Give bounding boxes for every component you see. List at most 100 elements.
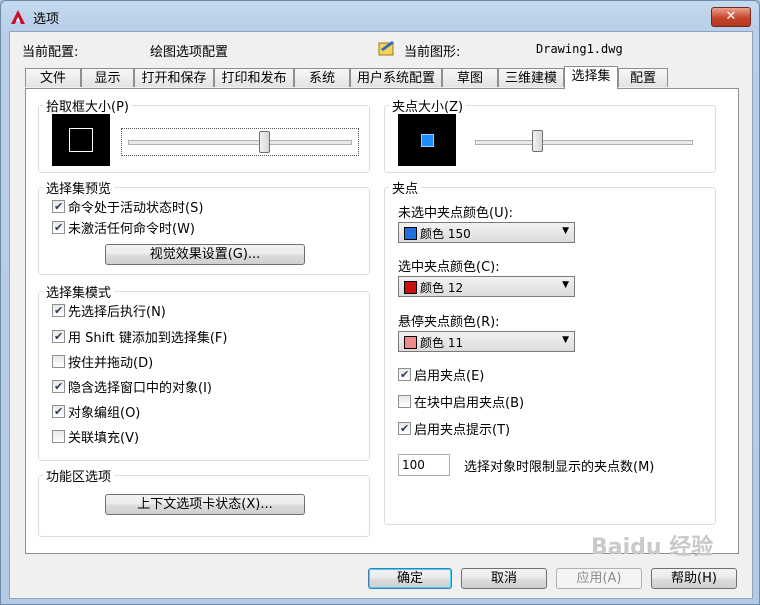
enable-grips-checkbox[interactable]: ✔ 启用夹点(E) [398,368,484,386]
current-profile-value: 绘图选项配置 [150,45,229,60]
checkbox-label: 启用夹点提示(T) [414,423,511,438]
title-bar[interactable]: 选项 ✕ [1,1,759,31]
baidu-watermark: Baidu 经验 [591,535,714,560]
hover-color-swatch [404,336,417,349]
grip-square-icon [421,134,434,147]
check-mark-icon: ✔ [54,221,64,234]
selection-preview-title: 选择集预览 [43,178,115,197]
pickbox-slider-track [128,140,352,145]
options-dialog: 选项 ✕ 当前配置: 绘图选项配置 当前图形: Drawing1.dwg 文件 … [0,0,760,605]
tab-user-preferences[interactable]: 用户系统配置 [350,68,442,87]
selection-preview-group: 选择集预览 ✔ 命令处于活动状态时(S) ✔ 未激活任何命令时(W) 视觉效果设置(… [38,178,370,275]
preview-active-command-checkbox[interactable]: ✔ 命令处于活动状态时(S) [52,200,203,218]
check-mark-icon: ✔ [54,405,64,418]
checkbox-box[interactable]: ✔ [52,304,65,317]
checkbox-label: 命令处于活动状态时(S) [68,201,204,216]
tab-3d-modeling[interactable]: 三维建模 [498,68,564,87]
checkbox-box[interactable]: ✔ [52,405,65,418]
contextual-tab-states-button[interactable]: 上下文选项卡状态(X)... [105,494,305,515]
grips-group: 夹点 未选中夹点颜色(U): 颜色 150 ▼ 选中夹点颜色(C): 颜色 12… [384,178,716,525]
grips-title: 夹点 [389,178,422,197]
grip-size-slider-track [475,140,693,145]
drawing-file-icon [378,41,394,56]
unselected-grip-color-select[interactable]: 颜色 150 ▼ [398,222,575,243]
checkbox-box[interactable]: ✔ [52,200,65,213]
checkbox-box[interactable]: ✔ [52,330,65,343]
checkbox-box[interactable]: ✔ [398,368,411,381]
visual-effects-settings-button[interactable]: 视觉效果设置(G)... [105,244,305,265]
selection-tab-panel: 拾取框大小(P) 夹点大小(Z) 选择集预览 ✔ 命令处于活动状态时(S) ✔ … [25,88,739,554]
tab-drafting[interactable]: 草图 [442,68,498,87]
check-mark-icon: ✔ [400,422,410,435]
grip-tips-checkbox[interactable]: ✔ 启用夹点提示(T) [398,422,510,440]
checkbox-label: 关联填充(V) [68,431,140,446]
window-title: 选项 [33,12,60,27]
grip-size-slider[interactable] [471,130,697,154]
tab-strip: 文件 显示 打开和保存 打印和发布 系统 用户系统配置 草图 三维建模 选择集 … [25,66,745,89]
selected-grip-color-select[interactable]: 颜色 12 ▼ [398,276,575,297]
tab-files[interactable]: 文件 [25,68,81,87]
checkbox-box[interactable] [52,355,65,368]
grip-limit-label: 选择对象时限制显示的夹点数(M) [464,460,655,475]
apply-button[interactable]: 应用(A) [556,568,642,589]
checkbox-label: 隐含选择窗口中的对象(I) [68,381,212,396]
select-value: 颜色 150 [420,227,471,241]
tab-open-save[interactable]: 打开和保存 [134,68,214,87]
dropdown-arrow-icon: ▼ [562,335,569,345]
checkbox-label: 启用夹点(E) [414,369,485,384]
checkbox-label: 用 Shift 键添加到选择集(F) [68,331,228,346]
noun-verb-selection-checkbox[interactable]: ✔ 先选择后执行(N) [52,304,166,322]
autocad-app-icon [11,10,25,24]
dropdown-arrow-icon: ▼ [562,280,569,290]
tab-profiles[interactable]: 配置 [618,68,668,87]
grip-size-slider-thumb[interactable] [532,130,543,152]
press-and-drag-checkbox[interactable]: 按住并拖动(D) [52,355,153,373]
checkbox-box[interactable]: ✔ [52,380,65,393]
cancel-button[interactable]: 取消 [461,568,547,589]
check-mark-icon: ✔ [54,380,64,393]
pickbox-slider-thumb[interactable] [259,131,270,153]
ribbon-options-group: 功能区选项 上下文选项卡状态(X)... [38,466,370,537]
grip-size-group: 夹点大小(Z) [384,96,716,173]
object-grouping-checkbox[interactable]: ✔ 对象编组(O) [52,405,140,423]
unselected-color-swatch [404,227,417,240]
current-profile-label: 当前配置: [22,45,79,60]
checkbox-box[interactable]: ✔ [52,221,65,234]
current-drawing-label: 当前图形: [404,45,461,60]
pickbox-size-title: 拾取框大小(P) [43,96,132,115]
implied-windowing-checkbox[interactable]: ✔ 隐含选择窗口中的对象(I) [52,380,212,398]
unselected-grip-color-label: 未选中夹点颜色(U): [398,206,514,221]
tab-selection[interactable]: 选择集 [564,66,618,89]
hover-grip-color-select[interactable]: 颜色 11 ▼ [398,331,575,352]
selection-modes-group: 选择集模式 ✔ 先选择后执行(N) ✔ 用 Shift 键添加到选择集(F) 按住并… [38,282,370,461]
checkbox-box[interactable]: ✔ [398,422,411,435]
help-button[interactable]: 帮助(H) [651,568,737,589]
grips-within-blocks-checkbox[interactable]: 在块中启用夹点(B) [398,395,524,413]
grip-size-title: 夹点大小(Z) [389,96,467,115]
pickbox-preview [52,114,110,166]
checkbox-label: 按住并拖动(D) [68,356,154,371]
associative-hatch-checkbox[interactable]: 关联填充(V) [52,430,139,448]
check-mark-icon: ✔ [54,330,64,343]
grip-limit-input[interactable]: 100 [398,454,450,476]
checkbox-label: 先选择后执行(N) [68,305,166,320]
checkbox-box[interactable] [398,395,411,408]
pickbox-square-icon [69,128,93,152]
close-button[interactable]: ✕ [711,7,751,27]
checkbox-box[interactable] [52,430,65,443]
grip-size-preview [398,114,456,166]
pickbox-size-group: 拾取框大小(P) [38,96,370,173]
checkbox-label: 未激活任何命令时(W) [68,222,195,237]
selected-grip-color-label: 选中夹点颜色(C): [398,260,500,275]
dialog-client: 当前配置: 绘图选项配置 当前图形: Drawing1.dwg 文件 显示 打开… [9,31,753,599]
tab-display[interactable]: 显示 [81,68,134,87]
checkbox-label: 对象编组(O) [68,406,141,421]
selected-color-swatch [404,281,417,294]
tab-plot-publish[interactable]: 打印和发布 [214,68,294,87]
check-mark-icon: ✔ [400,368,410,381]
pickbox-slider[interactable] [121,128,359,156]
shift-add-selection-checkbox[interactable]: ✔ 用 Shift 键添加到选择集(F) [52,330,227,348]
tab-system[interactable]: 系统 [294,68,350,87]
ok-button[interactable]: 确定 [368,568,452,589]
preview-no-command-checkbox[interactable]: ✔ 未激活任何命令时(W) [52,221,195,239]
